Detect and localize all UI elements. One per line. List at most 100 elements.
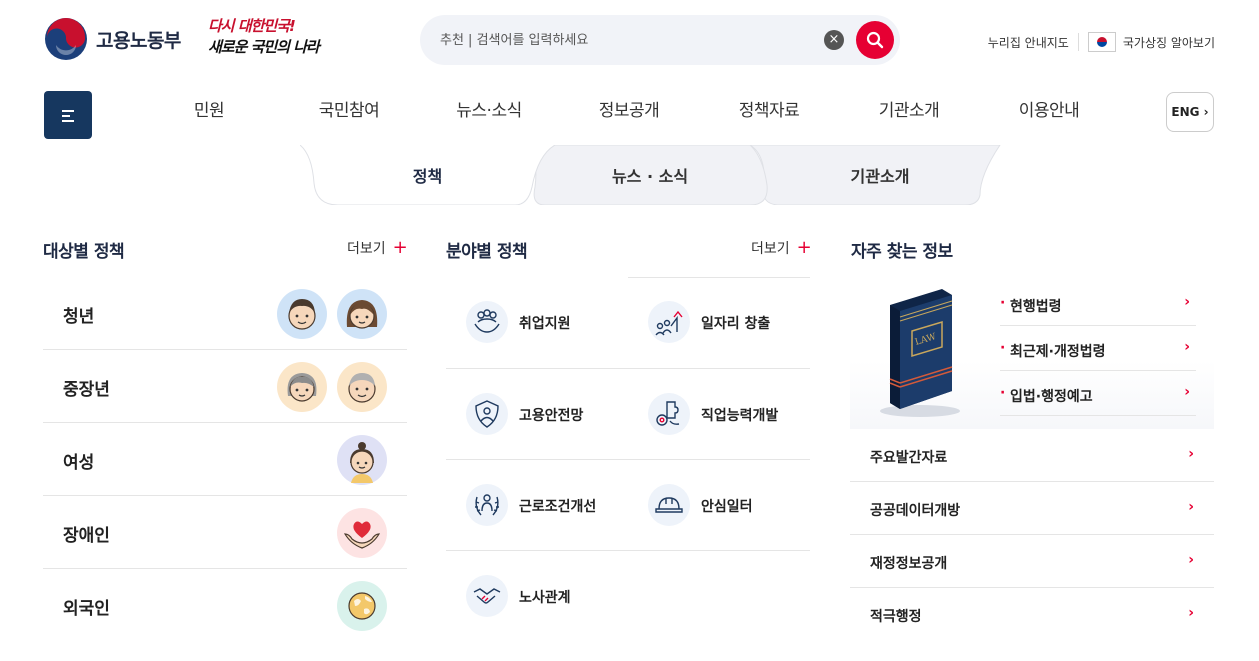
law-link-current-acts[interactable]: · 현행법령 › [1000, 281, 1196, 326]
list-item[interactable]: 외국인 [43, 569, 407, 642]
info-label: 재정정보공개 [870, 556, 948, 572]
older-woman-avatar-icon [277, 362, 327, 412]
globe-icon [337, 581, 387, 631]
field-item-skills[interactable]: 직업능력개발 [628, 369, 810, 460]
logo-text: 고용노동부 [96, 29, 181, 52]
chevron-right-icon: › [1199, 105, 1209, 119]
list-item[interactable]: 주요발간자료 › [850, 429, 1214, 482]
field-item-safety-net[interactable]: 고용안전망 [446, 369, 628, 460]
field-item-working-conditions[interactable]: 근로조건개선 [446, 460, 628, 551]
chevron-right-icon: › [1184, 384, 1190, 400]
field-row: 취업지원 일자리 창출 [446, 277, 810, 368]
section-title-field: 분야별 정책 [446, 242, 528, 262]
content-tabs: 기관소개 뉴스 · 소식 정책 [280, 140, 1020, 210]
laurel-person-icon [466, 484, 508, 526]
site-logo[interactable]: 고용노동부 [44, 17, 181, 61]
field-label: 취업지원 [519, 316, 571, 332]
nav-item-news[interactable]: 뉴스·소식 [456, 96, 522, 121]
list-item[interactable]: 적극행정 › [850, 588, 1214, 641]
slogan: 다시 대한민국! 새로운 국민의 나라 [208, 16, 332, 58]
nav-item-about[interactable]: 기관소개 [879, 96, 940, 121]
search-icon [866, 31, 884, 49]
field-label: 직업능력개발 [701, 408, 779, 424]
nav-item-info-disclosure[interactable]: 정보공개 [599, 96, 660, 121]
field-label: 안심일터 [701, 499, 753, 515]
bullet-icon: · [1000, 385, 1006, 401]
law-link-label: 입법·행정예고 [1010, 389, 1093, 405]
field-label: 근로조건개선 [519, 499, 597, 515]
korean-flag-icon [1087, 32, 1116, 52]
close-icon[interactable]: × [824, 30, 844, 50]
law-links: · 현행법령 › · 최근제·개정법령 › · 입법·행정예고 › [1000, 281, 1196, 416]
people-hands-icon [466, 301, 508, 343]
all-menu-button[interactable] [44, 91, 92, 139]
growth-people-icon [648, 301, 690, 343]
search-bar: × [420, 15, 900, 65]
nav-item-policy-data[interactable]: 정책자료 [739, 96, 800, 121]
field-row: 노사관계 [446, 550, 810, 641]
divider [1077, 33, 1079, 51]
law-link-legislative-notice[interactable]: · 입법·행정예고 › [1000, 371, 1196, 416]
woman-avatar-icon [337, 435, 387, 485]
law-link-label: 현행법령 [1010, 299, 1062, 315]
chevron-right-icon: › [1184, 339, 1190, 355]
target-more-button[interactable]: 더보기 + [347, 238, 408, 258]
field-label: 노사관계 [519, 590, 571, 606]
list-item[interactable]: 장애인 [43, 496, 407, 569]
search-input[interactable] [440, 15, 820, 65]
law-card: LAW · 현행법령 › · 최근제·개정법령 › · 입법·행정예고 › [850, 277, 1214, 429]
target-policy-list: 청년 중장년 여성 장애인 외국인 [43, 277, 407, 642]
target-label: 여성 [63, 453, 95, 473]
list-item[interactable]: 여성 [43, 423, 407, 496]
plus-icon: + [796, 237, 812, 258]
puzzle-gear-icon [648, 393, 690, 435]
chevron-right-icon: › [1188, 499, 1194, 515]
field-row: 고용안전망 직업능력개발 [446, 368, 810, 459]
list-item[interactable]: 공공데이터개방 › [850, 482, 1214, 535]
hard-hat-icon [648, 484, 690, 526]
tab-label: 뉴스 · 소식 [611, 167, 689, 186]
nav-item-participation[interactable]: 국민참여 [319, 96, 380, 121]
more-label: 더보기 [347, 241, 386, 257]
sitemap-link[interactable]: 누리집 안내지도 [988, 34, 1069, 51]
tab-news[interactable]: 뉴스 · 소식 [525, 145, 775, 205]
tab-about[interactable]: 기관소개 [750, 145, 1010, 205]
slogan-line-2: 새로운 국민의 나라 [208, 38, 320, 56]
chevron-right-icon: › [1188, 605, 1194, 621]
target-label: 외국인 [63, 599, 110, 619]
list-item[interactable]: 청년 [43, 277, 407, 350]
field-item-labor-relations[interactable]: 노사관계 [446, 551, 628, 642]
law-link-recent-amendments[interactable]: · 최근제·개정법령 › [1000, 326, 1196, 371]
chevron-right-icon: › [1188, 552, 1194, 568]
main-navigation: 민원 국민참여 뉴스·소식 정보공개 정책자료 기관소개 이용안내 [140, 96, 1150, 126]
list-item[interactable]: 중장년 [43, 350, 407, 423]
target-label: 청년 [63, 307, 95, 327]
national-symbol-link[interactable]: 국가상징 알아보기 [1123, 34, 1215, 51]
young-woman-avatar-icon [337, 289, 387, 339]
field-item-job-support[interactable]: 취업지원 [446, 277, 628, 368]
handshake-icon [466, 575, 508, 617]
tab-policy[interactable]: 정책 [300, 145, 555, 205]
target-label: 장애인 [63, 526, 110, 546]
english-site-button[interactable]: ENG › [1166, 92, 1214, 132]
field-more-button[interactable]: 더보기 + [751, 238, 812, 258]
section-title-frequent: 자주 찾는 정보 [851, 242, 953, 262]
field-item-job-creation[interactable]: 일자리 창출 [628, 277, 810, 368]
info-label: 주요발간자료 [870, 450, 948, 466]
field-row: 근로조건개선 안심일터 [446, 459, 810, 550]
field-item-safe-workplace[interactable]: 안심일터 [628, 460, 810, 551]
list-item[interactable]: 재정정보공개 › [850, 535, 1214, 588]
eng-label: ENG [1171, 105, 1200, 119]
search-button[interactable] [856, 21, 894, 59]
more-label: 더보기 [751, 241, 790, 257]
nav-item-guide[interactable]: 이용안내 [1019, 96, 1080, 121]
plus-icon: + [392, 237, 408, 258]
taegeuk-logo-icon [45, 18, 87, 60]
heart-hands-icon [337, 508, 387, 558]
bullet-icon: · [1000, 340, 1006, 356]
chevron-right-icon: › [1188, 446, 1194, 462]
tab-label: 정책 [412, 167, 443, 186]
field-label: 고용안전망 [519, 408, 584, 424]
nav-item-civil[interactable]: 민원 [194, 96, 225, 121]
chevron-right-icon: › [1184, 294, 1190, 310]
